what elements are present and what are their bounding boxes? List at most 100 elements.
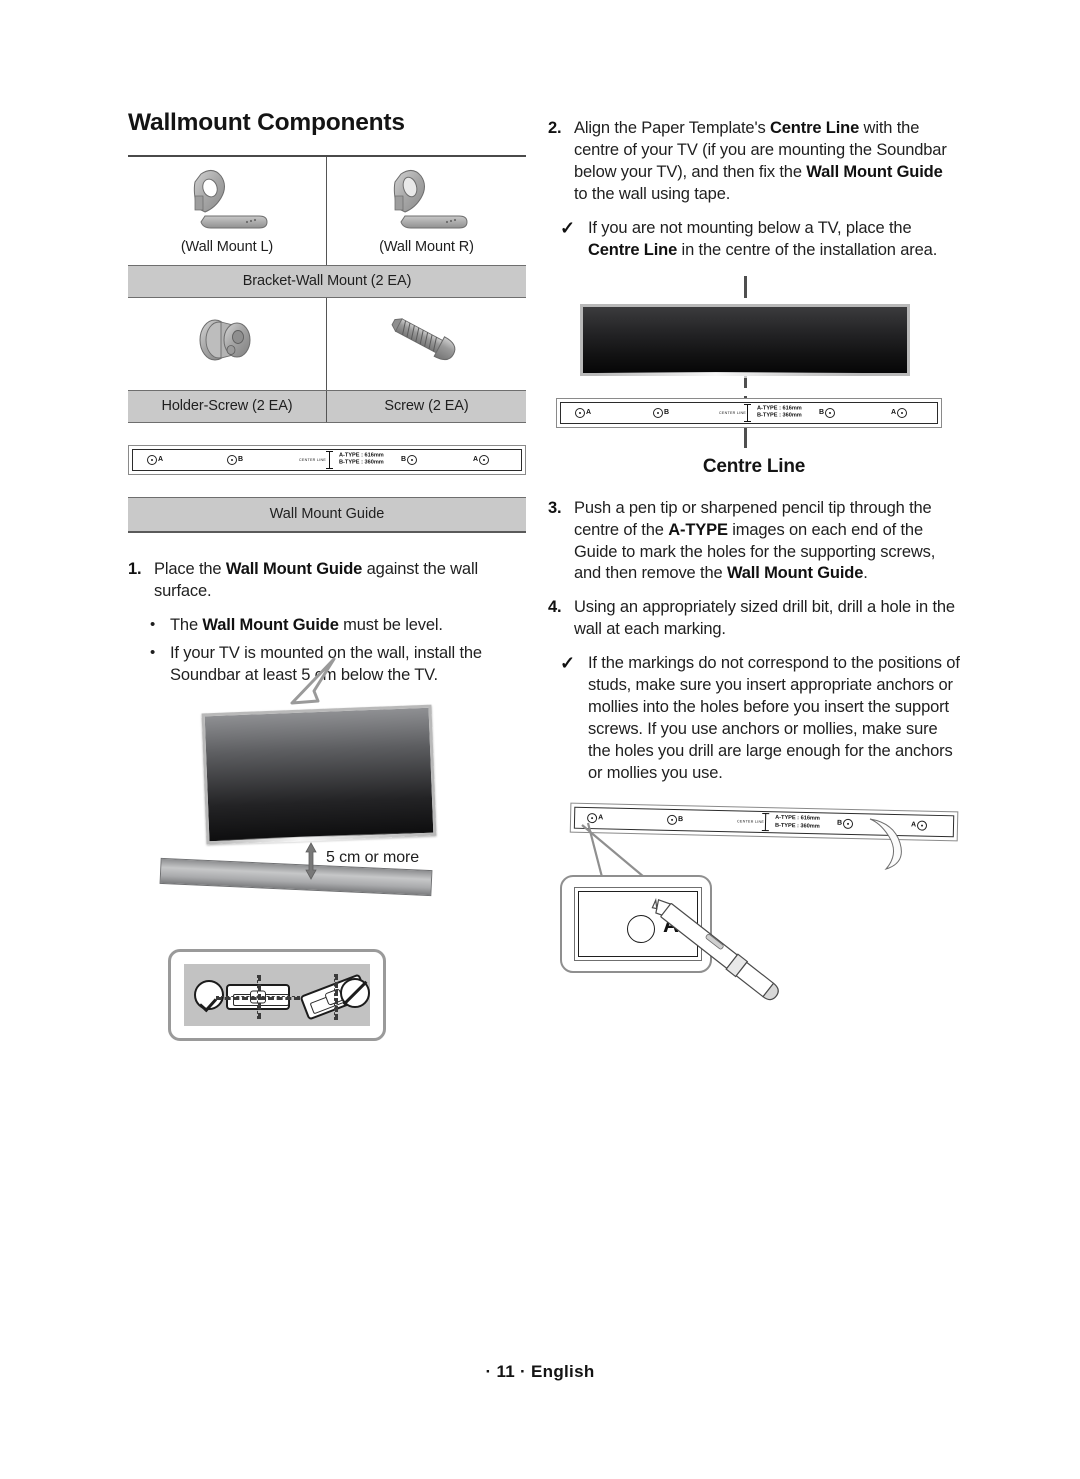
- guide-centre-line-mark: [744, 403, 751, 422]
- step-4: 4. Using an appropriately sized drill bi…: [548, 597, 960, 641]
- prohibited-circle-icon: [340, 977, 370, 1008]
- tv-soundbar-figure: 5 cm or more: [128, 657, 526, 1041]
- bold-wall-mount-guide: Wall Mount Guide: [726, 564, 864, 583]
- guide-type-dimensions: A-TYPE : 616mm B-TYPE : 360mm: [757, 405, 802, 420]
- guide-strip-inner: A B CENTER LINE A-TYPE : 616mm B-TYPE : …: [132, 448, 522, 471]
- step-1: 1. Place the Wall Mount Guide against th…: [128, 559, 526, 603]
- guide-strip-inner: A B CENTER LINE A-TYPE : 616mm B-TYPE : …: [560, 401, 938, 424]
- component-cell-wall-mount-r: (Wall Mount R): [327, 157, 526, 265]
- bold-wall-mount-guide: Wall Mount Guide: [806, 162, 943, 181]
- guide-hole-a-left: A: [575, 407, 591, 418]
- table-row: (Wall Mount L) (Wall Mount R): [128, 156, 526, 265]
- step-3: 3. Push a pen tip or sharpened pencil ti…: [548, 498, 960, 586]
- manual-page: Wallmount Components (Wall Mount L) (Wal…: [0, 0, 1080, 1479]
- left-column: Wallmount Components (Wall Mount L) (Wal…: [128, 109, 526, 1041]
- wall-mount-guide-strip: A B CENTER LINE A-TYPE : 616mm B-TYPE : …: [128, 444, 526, 475]
- guide-hole-b-right: B: [401, 454, 418, 465]
- guide-hole-b-right: B: [836, 818, 854, 829]
- check-circle-icon: [194, 979, 224, 1010]
- gap-distance-label: 5 cm or more: [326, 848, 420, 866]
- step-number: 1.: [128, 559, 142, 578]
- bold-wall-mount-guide: Wall Mount Guide: [202, 615, 339, 634]
- hole-label: B: [664, 408, 670, 416]
- guide-hole-b-right: B: [819, 407, 836, 418]
- bold-wall-mount-guide: Wall Mount Guide: [225, 559, 363, 578]
- right-column: 2. Align the Paper Template's Centre Lin…: [548, 118, 960, 1023]
- wall-mount-guide-figure: A B CENTER LINE A-TYPE : 616mm B-TYPE : …: [128, 444, 526, 475]
- guide-hole-a-right: A: [891, 407, 908, 418]
- guide-type-dimensions: A-TYPE : 616mm B-TYPE : 360mm: [775, 815, 820, 831]
- guide-centre-line-text: CENTER LINE: [719, 410, 747, 415]
- hole-label: A: [158, 455, 164, 463]
- step-number: 2.: [548, 119, 562, 137]
- bullet-text: If your TV is mounted on the wall, insta…: [170, 643, 482, 684]
- step-number: 3.: [548, 498, 562, 517]
- guide-centre-line-text: CENTER LINE: [737, 819, 765, 824]
- guide-centre-line-mark: [326, 450, 333, 469]
- hole-circle-icon: [575, 407, 585, 418]
- alignment-guide-line: [334, 973, 338, 1020]
- hole-label: B: [238, 455, 244, 463]
- component-band-wall-mount-guide: Wall Mount Guide: [128, 496, 526, 533]
- guide-centre-line-text: CENTER LINE: [299, 457, 327, 462]
- note-2: ✓ If the markings do not correspond to t…: [548, 653, 960, 785]
- bullet-text: The Wall Mount Guide must be level.: [170, 615, 443, 634]
- centre-line-label: Centre Line: [702, 455, 806, 477]
- step-text: Using an appropriately sized drill bit, …: [574, 598, 955, 639]
- step-2: 2. Align the Paper Template's Centre Lin…: [548, 118, 960, 206]
- page-title: Wallmount Components: [128, 109, 405, 136]
- tv-illustration: [580, 303, 910, 378]
- wall-mount-guide-strip: A B CENTER LINE A-TYPE : 616mm B-TYPE : …: [556, 397, 942, 428]
- guide-type-a: A-TYPE : 616mm: [757, 405, 802, 412]
- guide-hole-a-right: A: [473, 454, 490, 465]
- note-1: ✓ If you are not mounting below a TV, pl…: [548, 218, 960, 262]
- component-band-screw-label: Screw (2 EA): [384, 397, 469, 414]
- component-caption: (Wall Mount L): [180, 238, 274, 255]
- hole-circle-icon: [653, 407, 663, 418]
- holder-screw-icon: [128, 298, 326, 376]
- components-table: (Wall Mount L) (Wall Mount R) Bracket-Wa…: [128, 154, 526, 533]
- component-cell-holder-screw: [128, 297, 327, 390]
- bold-centre-line: Centre Line: [588, 240, 678, 259]
- spirit-level-correct-icon: [216, 974, 300, 1019]
- guide-hole-b-left: B: [227, 454, 244, 465]
- level-callout: [168, 948, 386, 1041]
- bullet-dot-icon: •: [150, 643, 156, 661]
- hole-circle-icon: [407, 454, 418, 465]
- hole-label: B: [401, 455, 407, 463]
- gap-arrow-icon: [305, 841, 317, 880]
- wall-mount-bracket-right-icon: [327, 157, 526, 235]
- hole-label: A: [473, 455, 479, 463]
- hole-circle-icon: [825, 407, 836, 418]
- list-item: • The Wall Mount Guide must be level.: [128, 615, 526, 637]
- guide-type-a: A-TYPE : 616mm: [339, 452, 384, 459]
- guide-centre-line-mark: [764, 812, 767, 831]
- hole-label: A: [891, 408, 897, 416]
- guide-type-b: B-TYPE : 360mm: [774, 822, 820, 830]
- bold-a-type: A-TYPE: [668, 520, 728, 539]
- hole-label: B: [819, 408, 825, 416]
- checkmark-icon: ✓: [560, 653, 575, 674]
- checkmark-icon: ✓: [560, 217, 575, 238]
- note-text: If the markings do not correspond to the…: [588, 654, 960, 782]
- peeling-corner-icon: [869, 818, 902, 870]
- level-callout-inner: [184, 963, 370, 1026]
- guide-type-b: B-TYPE : 360mm: [339, 459, 384, 466]
- pencil-marking-figure: A B CENTER LINE A-TYPE : 616mm B-TYPE : …: [548, 802, 960, 1023]
- bold-centre-line: Centre Line: [770, 119, 860, 137]
- component-cell-screw: [327, 298, 526, 390]
- callout-pointer-icon: [290, 657, 336, 705]
- hole-label: B: [836, 819, 843, 827]
- hole-circle-icon: [842, 818, 854, 829]
- bullet-dot-icon: •: [150, 615, 156, 633]
- page-footer: · 11 · English: [485, 1362, 595, 1381]
- component-caption: (Wall Mount R): [379, 238, 474, 255]
- hole-circle-icon: [897, 407, 908, 418]
- step-number: 4.: [548, 598, 562, 617]
- hole-circle-icon: [227, 454, 237, 465]
- component-band-screws: Holder-Screw (2 EA) Screw (2 EA): [128, 389, 526, 423]
- component-band-holder-screw-label: Holder-Screw (2 EA): [128, 390, 327, 422]
- screw-icon: [327, 298, 526, 376]
- tv-illustration: [201, 704, 437, 844]
- hole-circle-icon: [147, 454, 157, 465]
